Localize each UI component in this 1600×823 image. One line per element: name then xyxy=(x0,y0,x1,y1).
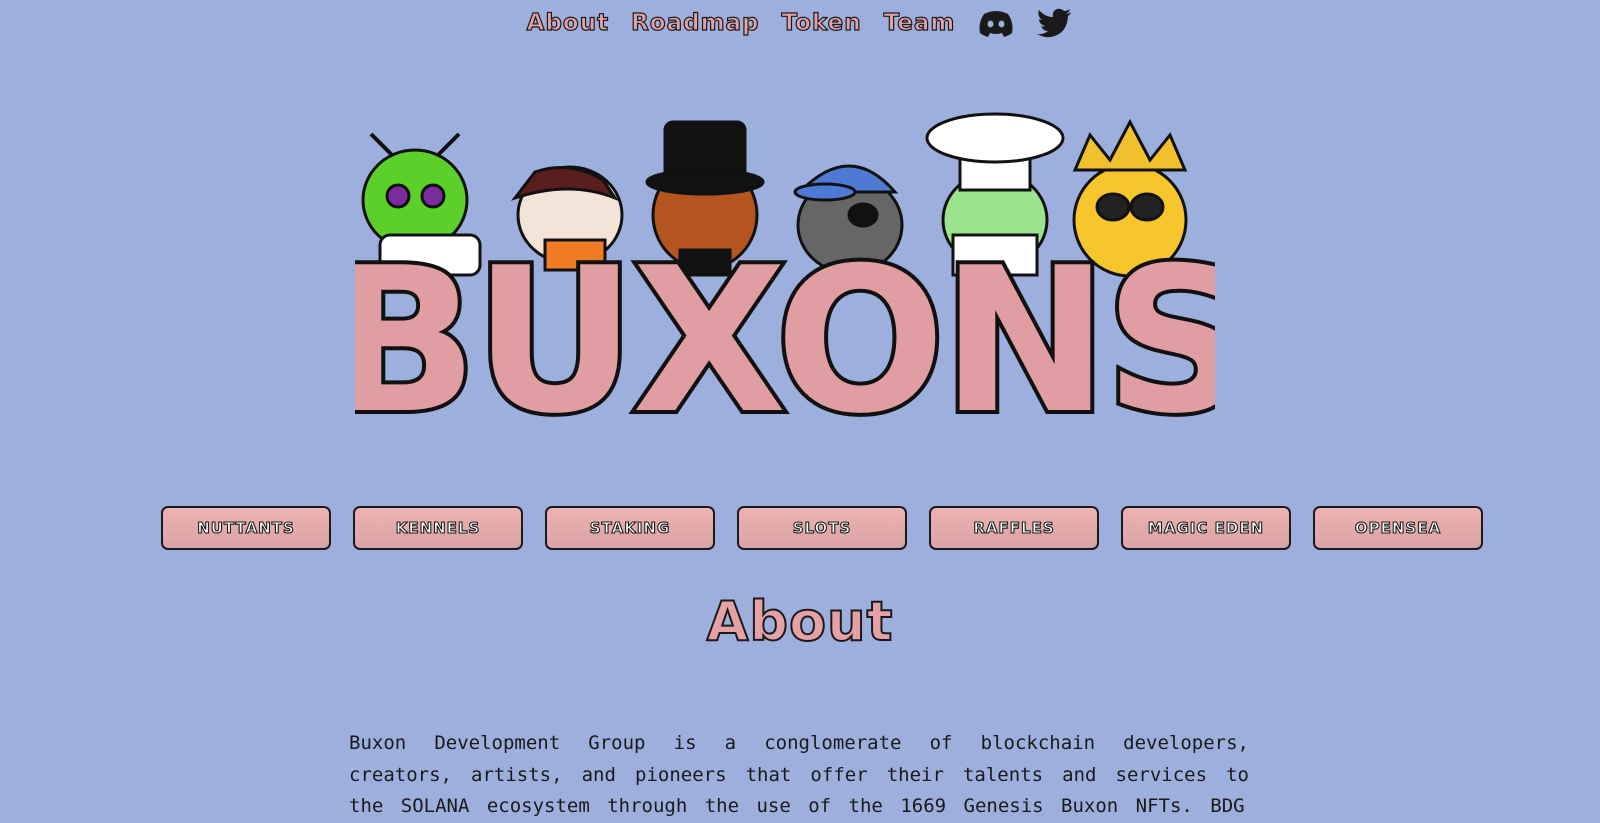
nuttants-button[interactable]: NUTTANTS xyxy=(161,506,331,550)
discord-icon[interactable] xyxy=(977,8,1015,38)
about-heading: About xyxy=(706,589,894,654)
raffles-button[interactable]: RAFFLES xyxy=(929,506,1099,550)
about-paragraph: Buxon Development Group is a conglomerat… xyxy=(349,732,1249,817)
logo-wordmark: BUXONS xyxy=(355,225,1215,430)
nav-link-roadmap[interactable]: Roadmap xyxy=(630,9,759,36)
magic-eden-button[interactable]: MAGIC EDEN xyxy=(1121,506,1291,550)
buxons-logo: BUXONS xyxy=(355,112,1215,430)
link-buttons: NUTTANTS KENNELS STAKING SLOTS RAFFLES M… xyxy=(161,506,1483,550)
kennels-button[interactable]: KENNELS xyxy=(353,506,523,550)
twitter-icon[interactable] xyxy=(1037,8,1073,38)
top-nav: About Roadmap Token Team xyxy=(0,8,1600,38)
nav-link-team[interactable]: Team xyxy=(883,9,956,36)
opensea-button[interactable]: OPENSEA xyxy=(1313,506,1483,550)
nav-link-about[interactable]: About xyxy=(526,9,609,36)
slots-button[interactable]: SLOTS xyxy=(737,506,907,550)
nav-link-token[interactable]: Token xyxy=(781,9,862,36)
staking-button[interactable]: STAKING xyxy=(545,506,715,550)
